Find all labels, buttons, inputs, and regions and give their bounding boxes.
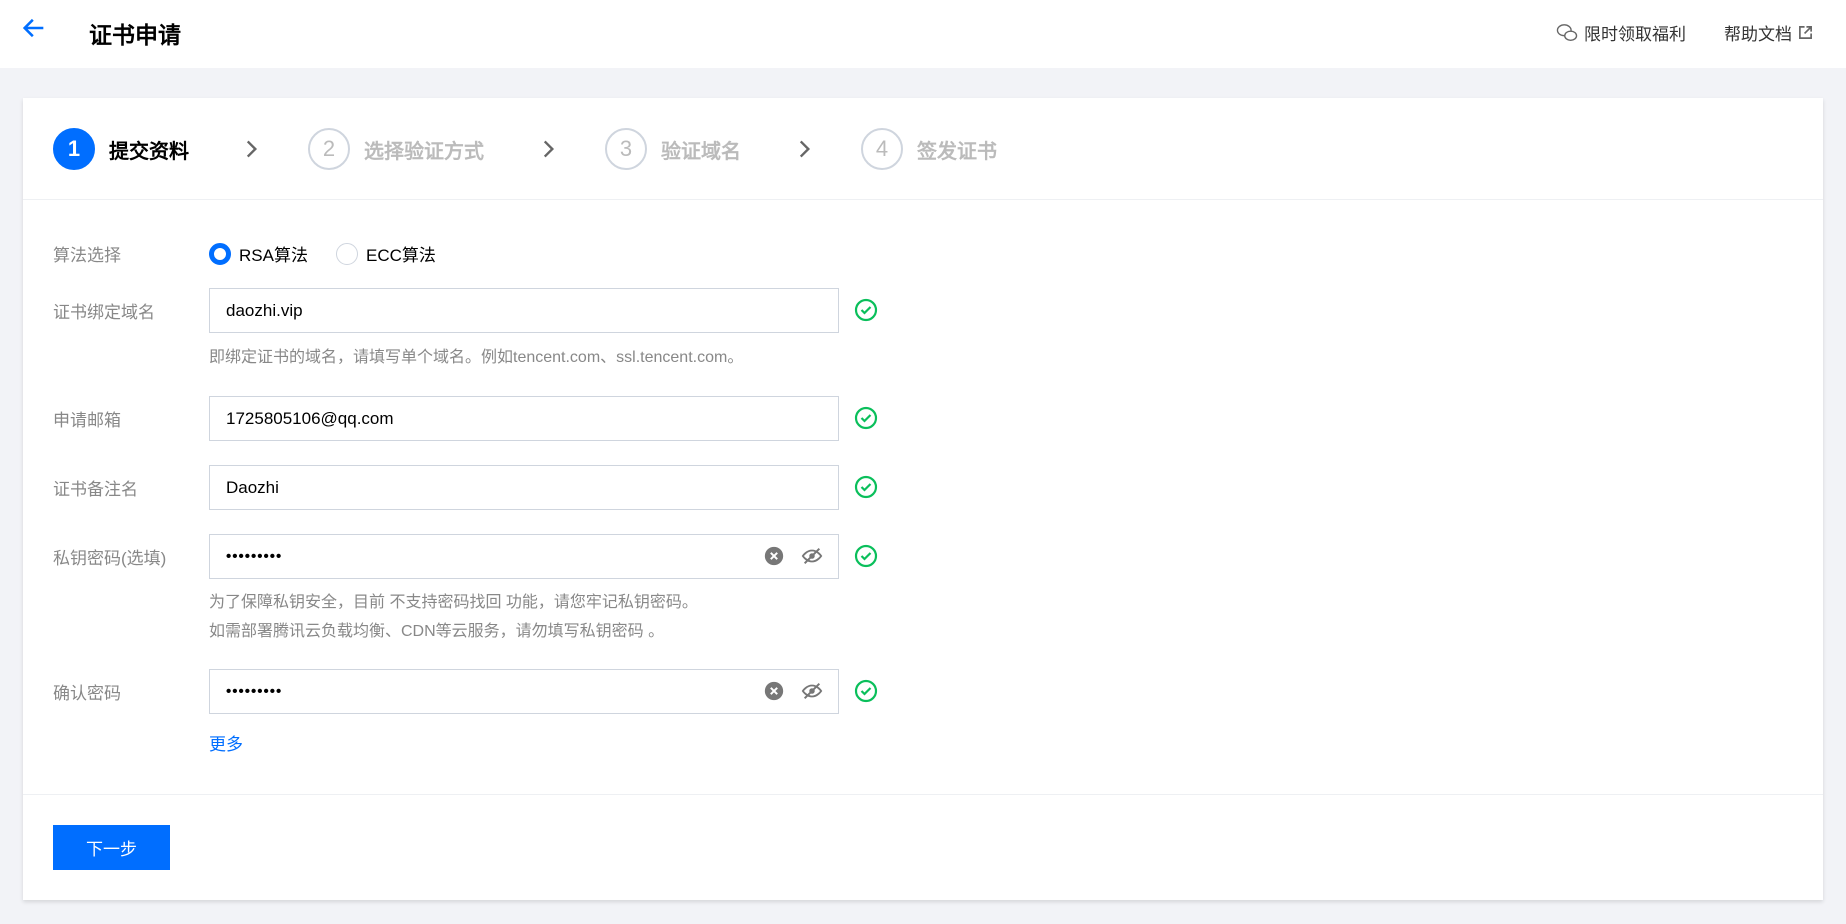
radio-label: ECC算法 (366, 246, 436, 265)
email-label: 申请邮箱 (53, 411, 121, 430)
wechat-icon (1556, 23, 1578, 41)
clear-icon[interactable] (763, 680, 785, 702)
radio-unchecked-icon (336, 242, 358, 265)
check-circle-icon (854, 544, 878, 568)
algorithm-label: 算法选择 (53, 246, 121, 265)
password-input[interactable]: ••••••••• (209, 534, 839, 579)
eye-hidden-icon[interactable] (801, 680, 823, 702)
check-circle-icon (854, 406, 878, 430)
step-number: 3 (605, 128, 647, 170)
help-docs-link[interactable]: 帮助文档 (1724, 20, 1813, 45)
eye-hidden-icon[interactable] (801, 545, 823, 567)
clear-icon[interactable] (763, 545, 785, 567)
password-label: 私钥密码(选填) (53, 549, 167, 568)
email-input[interactable]: 1725805106@qq.com (209, 396, 839, 441)
check-circle-icon (854, 679, 878, 703)
domain-label: 证书绑定域名 (53, 303, 155, 322)
step-4: 4 签发证书 (861, 128, 997, 170)
domain-hint: 即绑定证书的域名，请填写单个域名。例如tencent.com、ssl.tence… (209, 349, 744, 366)
remark-label: 证书备注名 (53, 480, 138, 499)
step-label: 提交资料 (109, 140, 189, 163)
help-docs-label: 帮助文档 (1724, 25, 1792, 44)
password-hint-1: 为了保障私钥安全，目前 不支持密码找回 功能，请您牢记私钥密码。 (209, 594, 698, 611)
step-2: 2 选择验证方式 (308, 128, 484, 170)
radio-checked-icon (209, 242, 231, 265)
check-circle-icon (854, 475, 878, 499)
benefit-link-label: 限时领取福利 (1584, 25, 1686, 44)
password-hint-2: 如需部署腾讯云负载均衡、CDN等云服务，请勿填写私钥密码 。 (209, 623, 665, 640)
radio-rsa[interactable]: RSA算法 (209, 241, 308, 266)
page-title: 证书申请 (89, 22, 181, 48)
check-circle-icon (854, 298, 878, 322)
step-label: 签发证书 (917, 140, 997, 163)
domain-input[interactable]: daozhi.vip (209, 288, 839, 333)
benefit-link[interactable]: 限时领取福利 (1556, 20, 1686, 45)
stepper: 1 提交资料 2 选择验证方式 3 验证域名 4 签发证书 (23, 98, 1823, 200)
step-label: 验证域名 (661, 140, 741, 163)
step-number: 1 (53, 128, 95, 170)
external-link-icon (1799, 26, 1812, 39)
radio-ecc[interactable]: ECC算法 (336, 241, 436, 266)
remark-input[interactable]: Daozhi (209, 465, 839, 510)
footer-divider (23, 794, 1823, 795)
confirm-label: 确认密码 (53, 684, 121, 703)
next-step-button[interactable]: 下一步 (53, 825, 170, 870)
chevron-right-icon (543, 140, 555, 158)
top-header: 证书申请 限时领取福利 帮助文档 (0, 0, 1846, 68)
step-number: 2 (308, 128, 350, 170)
step-1: 1 提交资料 (53, 128, 189, 170)
step-3: 3 验证域名 (605, 128, 741, 170)
confirm-password-input[interactable]: ••••••••• (209, 669, 839, 714)
back-arrow-icon[interactable] (20, 14, 48, 42)
chevron-right-icon (246, 140, 258, 158)
form-card: 1 提交资料 2 选择验证方式 3 验证域名 4 签发证书 算法选择 RSA算法 ECC… (23, 98, 1823, 900)
chevron-right-icon (799, 140, 811, 158)
step-number: 4 (861, 128, 903, 170)
step-label: 选择验证方式 (364, 140, 484, 163)
radio-label: RSA算法 (239, 246, 308, 265)
more-link[interactable]: 更多 (209, 730, 243, 755)
